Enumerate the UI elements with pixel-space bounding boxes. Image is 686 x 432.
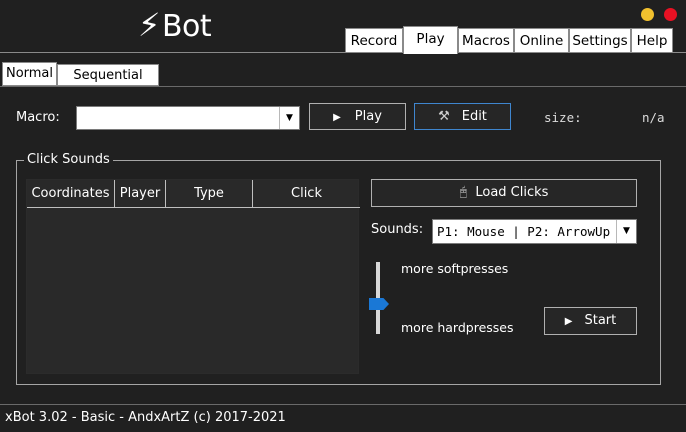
- tab-help[interactable]: Help: [631, 28, 673, 53]
- edit-button[interactable]: ⚒ Edit: [414, 103, 511, 130]
- column-header-player[interactable]: Player: [115, 180, 166, 208]
- chevron-down-icon[interactable]: ▼: [279, 107, 299, 129]
- status-bar: xBot 3.02 - Basic - AndxArtZ (c) 2017-20…: [0, 404, 686, 432]
- column-header-coordinates[interactable]: Coordinates: [27, 180, 115, 208]
- tab-macros[interactable]: Macros: [458, 28, 514, 53]
- lightning-icon: ⚡: [138, 6, 160, 44]
- start-button[interactable]: ▶ Start: [544, 307, 637, 335]
- close-button[interactable]: [664, 8, 677, 21]
- mouse-icon: 🖰: [459, 185, 468, 200]
- app-logo: ⚡Bot: [138, 6, 212, 44]
- subtab-normal[interactable]: Normal: [2, 62, 57, 86]
- column-header-type[interactable]: Type: [166, 180, 253, 208]
- tab-online[interactable]: Online: [514, 28, 569, 53]
- load-clicks-button[interactable]: 🖰 Load Clicks: [371, 179, 637, 207]
- minimize-button[interactable]: [641, 8, 654, 21]
- macro-select[interactable]: ▼: [76, 106, 300, 130]
- chevron-down-icon[interactable]: ▼: [616, 220, 636, 243]
- tools-icon: ⚒: [438, 109, 450, 124]
- slider-top-label: more softpresses: [401, 261, 509, 276]
- sounds-label: Sounds:: [371, 222, 424, 237]
- tab-play[interactable]: Play: [403, 26, 458, 54]
- size-label: size:: [544, 110, 582, 125]
- play-button[interactable]: ▶ Play: [309, 103, 406, 130]
- tab-settings[interactable]: Settings: [569, 28, 631, 53]
- tab-record[interactable]: Record: [345, 28, 403, 53]
- column-header-click[interactable]: Click: [253, 180, 360, 208]
- play-icon: ▶: [564, 316, 573, 327]
- macro-label: Macro:: [16, 110, 60, 125]
- subtab-sequential-play[interactable]: Sequential Play: [57, 64, 159, 104]
- play-icon: ▶: [333, 112, 341, 123]
- size-value: n/a: [642, 110, 665, 125]
- click-sounds-list[interactable]: Coordinates Player Type Click: [26, 179, 360, 374]
- slider-bottom-label: more hardpresses: [401, 320, 514, 335]
- tab-divider: [0, 52, 686, 53]
- sounds-select-value: P1: Mouse | P2: ArrowUp: [437, 224, 611, 239]
- sounds-select[interactable]: P1: Mouse | P2: ArrowUp ▼: [432, 219, 637, 244]
- click-sounds-title: Click Sounds: [24, 152, 113, 167]
